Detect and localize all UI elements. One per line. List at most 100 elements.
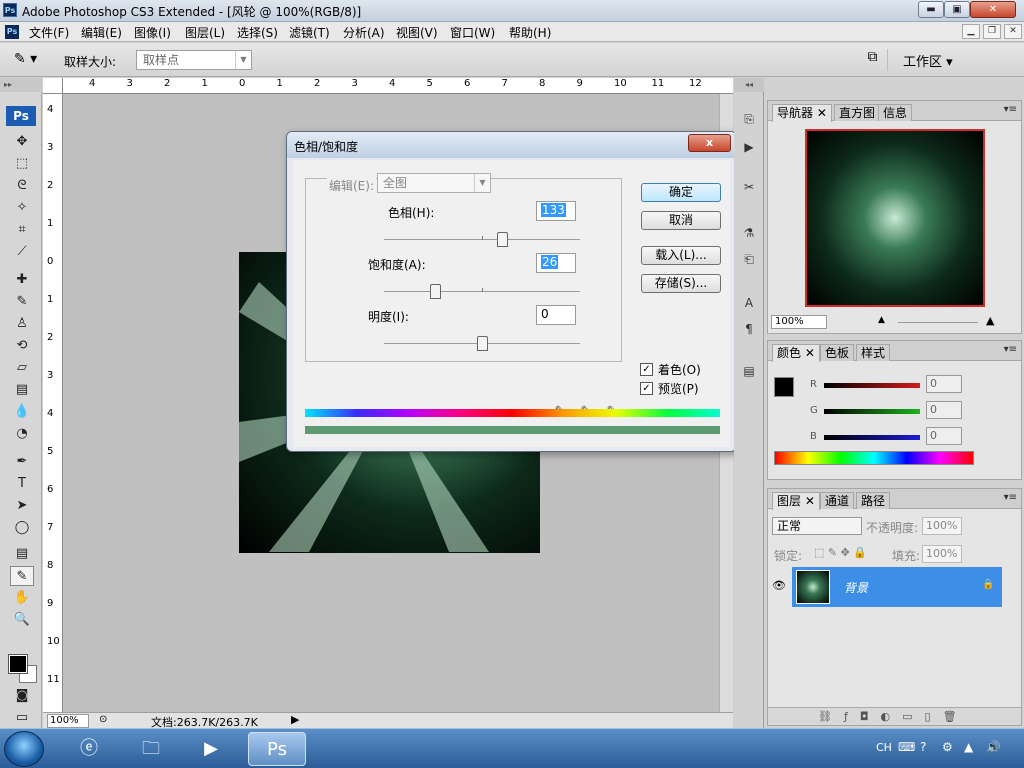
history-panel-icon[interactable]: ⎘ <box>740 110 758 128</box>
preview-checkbox[interactable]: ✓ <box>640 382 653 395</box>
file-explorer-icon[interactable]: 🗀 <box>126 732 176 766</box>
sample-size-select[interactable]: 取样点 ▼ <box>136 50 252 70</box>
opacity-field[interactable]: 100% <box>922 517 962 535</box>
blur-tool-icon[interactable]: 💧 <box>10 402 34 422</box>
eyedropper-tool-preset-icon[interactable]: ✎ ▾ <box>14 51 44 69</box>
lightness-slider-thumb[interactable] <box>477 336 488 351</box>
language-indicator[interactable]: CH <box>876 741 892 754</box>
layers-footer-icons[interactable]: ⛓ƒ◘◐▭▯🗑 <box>768 707 1021 725</box>
lock-icons[interactable]: ⬚ ✎ ✥ 🔒 <box>814 546 867 559</box>
layer-row[interactable]: 背景 🔒 <box>792 567 1002 607</box>
start-button[interactable] <box>4 731 44 767</box>
status-menu-arrow-icon[interactable]: ▶ <box>291 713 299 726</box>
clone-source-icon[interactable]: ⎗ <box>740 250 758 268</box>
clone-stamp-tool-icon[interactable]: ♙ <box>10 314 34 334</box>
red-value[interactable]: 0 <box>926 375 962 393</box>
navigator-thumbnail[interactable] <box>805 129 985 307</box>
screen-mode-icon[interactable]: ▭ <box>10 708 34 728</box>
foreground-color-swatch[interactable] <box>8 654 28 674</box>
menu-layer[interactable]: 图层(L) <box>182 24 228 41</box>
hand-tool-icon[interactable]: ✋ <box>10 588 34 608</box>
toolbox-grip[interactable]: ▸▸ <box>0 78 42 92</box>
red-slider[interactable] <box>824 383 920 388</box>
panel-menu-icon[interactable]: ▾≡ <box>1004 104 1017 115</box>
tab-paths[interactable]: 路径 <box>856 492 891 509</box>
crop-tool-icon[interactable]: ⌗ <box>10 220 34 240</box>
zoom-tool-icon[interactable]: 🔍 <box>10 610 34 630</box>
layer-comps-icon[interactable]: ▤ <box>740 362 758 380</box>
brush-tool-icon[interactable]: ✎ <box>10 292 34 312</box>
fill-field[interactable]: 100% <box>922 545 962 563</box>
color-ramp[interactable] <box>774 451 974 465</box>
tab-color[interactable]: 颜色 ✕ <box>772 344 820 362</box>
dock-grip[interactable]: ◂◂ <box>734 78 764 92</box>
bridge-icon[interactable]: ⧉ <box>858 49 888 71</box>
menu-help[interactable]: 帮助(H) <box>506 24 554 41</box>
saturation-input[interactable]: 26 <box>536 253 576 273</box>
hue-input[interactable]: 133 <box>536 201 576 221</box>
green-value[interactable]: 0 <box>926 401 962 419</box>
menu-edit[interactable]: 编辑(E) <box>78 24 125 41</box>
media-player-icon[interactable]: ▶ <box>186 732 236 766</box>
ok-button[interactable]: 确定 <box>641 183 721 202</box>
quick-mask-icon[interactable]: ◙ <box>10 686 34 706</box>
doc-minimize-button[interactable]: ▁ <box>962 24 980 39</box>
gradient-tool-icon[interactable]: ▤ <box>10 380 34 400</box>
menu-select[interactable]: 选择(S) <box>234 24 281 41</box>
workspace-menu[interactable]: 工作区 ▾ <box>903 51 953 70</box>
saturation-slider-thumb[interactable] <box>429 284 441 299</box>
close-button[interactable]: ✕ <box>970 1 1016 18</box>
document-icon[interactable]: Ps <box>5 25 19 39</box>
path-selection-tool-icon[interactable]: ➤ <box>10 496 34 516</box>
visibility-eye-icon[interactable]: 👁 <box>772 579 786 592</box>
notes-tool-icon[interactable]: ▤ <box>10 544 34 564</box>
lasso-tool-icon[interactable]: ᘓ <box>10 176 34 196</box>
zoom-level-field[interactable]: 100% <box>47 714 89 728</box>
menu-file[interactable]: 文件(F) <box>26 24 72 41</box>
history-brush-tool-icon[interactable]: ⟲ <box>10 336 34 356</box>
tab-histogram[interactable]: 直方图 <box>834 104 881 121</box>
eyedropper-tool-icon[interactable]: ✎ <box>10 566 34 586</box>
menu-filter[interactable]: 滤镜(T) <box>286 24 333 41</box>
photoshop-logo[interactable]: Ps <box>6 106 36 126</box>
dialog-titlebar[interactable]: 色相/饱和度 x <box>287 132 736 158</box>
color-foreground-swatch[interactable] <box>774 377 794 397</box>
hue-slider-track[interactable] <box>384 236 580 240</box>
type-tool-icon[interactable]: T <box>10 474 34 494</box>
zoom-out-icon[interactable]: ▲ <box>878 315 885 325</box>
blue-slider[interactable] <box>824 435 920 440</box>
tab-info[interactable]: 信息 <box>878 104 913 121</box>
hue-slider-thumb[interactable] <box>496 232 508 247</box>
tab-styles[interactable]: 样式 <box>856 344 891 361</box>
maximize-button[interactable]: ▣ <box>944 1 970 18</box>
brushes-panel-icon[interactable]: ⚗ <box>740 224 758 242</box>
volume-icon[interactable]: 🔊 <box>986 740 1001 754</box>
colorize-checkbox[interactable]: ✓ <box>640 363 653 376</box>
character-panel-icon[interactable]: A <box>740 294 758 312</box>
navigator-zoom-slider[interactable] <box>898 322 978 323</box>
eraser-tool-icon[interactable]: ▱ <box>10 358 34 378</box>
saturation-slider-track[interactable] <box>384 288 580 292</box>
tab-navigator[interactable]: 导航器 ✕ <box>772 104 832 122</box>
menu-image[interactable]: 图像(I) <box>131 24 174 41</box>
slice-tool-icon[interactable]: ⟋ <box>10 242 34 262</box>
vertical-ruler[interactable]: 4 3 2 1 0 1 2 3 4 5 6 7 8 9 10 11 <box>43 94 63 714</box>
cancel-button[interactable]: 取消 <box>641 211 721 230</box>
help-icon[interactable]: ? <box>920 740 926 754</box>
paragraph-panel-icon[interactable]: ¶ <box>740 320 758 338</box>
marquee-tool-icon[interactable]: ⬚ <box>10 154 34 174</box>
actions-panel-icon[interactable]: ▶ <box>740 138 758 156</box>
menu-window[interactable]: 窗口(W) <box>447 24 498 41</box>
green-slider[interactable] <box>824 409 920 414</box>
tab-layers[interactable]: 图层 ✕ <box>772 492 820 510</box>
menu-analysis[interactable]: 分析(A) <box>340 24 388 41</box>
tray-arrow-icon[interactable]: ▲ <box>964 740 973 754</box>
menu-view[interactable]: 视图(V) <box>393 24 441 41</box>
tab-swatches[interactable]: 色板 <box>820 344 855 361</box>
taskbar-photoshop[interactable]: Ps <box>248 732 306 766</box>
horizontal-ruler[interactable]: 4 3 2 1 0 1 2 3 4 5 6 7 8 9 10 11 12 <box>63 78 733 94</box>
tool-presets-icon[interactable]: ✂ <box>740 178 758 196</box>
keyboard-icon[interactable]: ⌨ <box>898 740 915 754</box>
minimize-button[interactable]: ▬ <box>918 1 944 18</box>
save-button[interactable]: 存储(S)... <box>641 274 721 293</box>
